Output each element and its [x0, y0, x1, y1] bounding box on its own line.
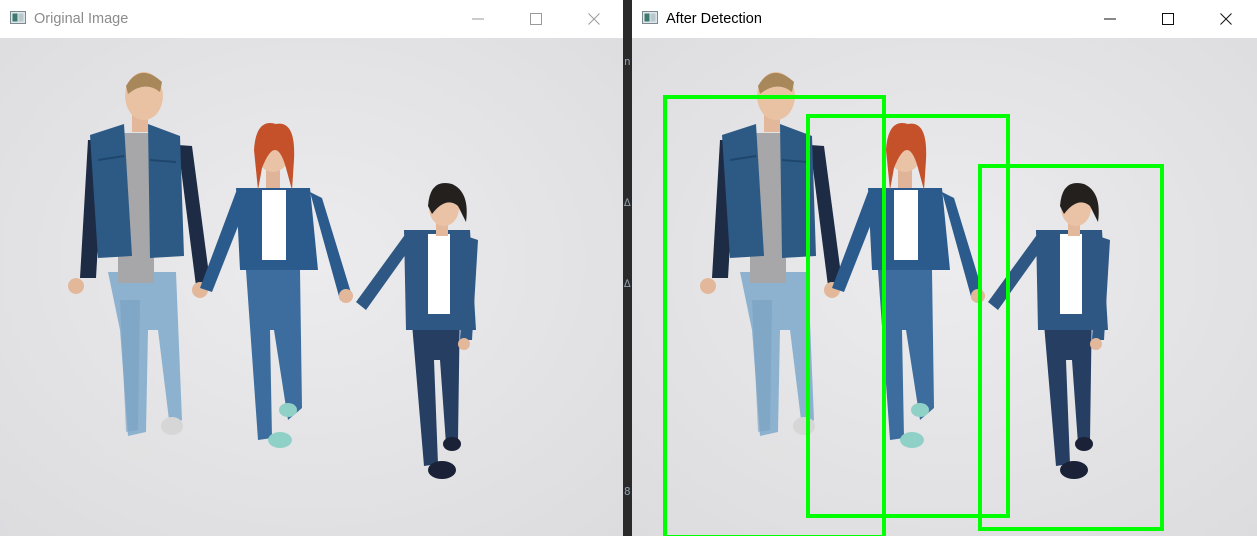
- maximize-button[interactable]: [1139, 0, 1197, 38]
- window-title: Original Image: [34, 11, 129, 27]
- window-gap: n ∆ ∆ 8: [623, 0, 632, 536]
- family-photo: [0, 38, 623, 536]
- maximize-icon: [530, 13, 542, 25]
- detection-image: [632, 38, 1257, 536]
- minimize-button[interactable]: [449, 0, 507, 38]
- after-detection-window[interactable]: After Detection: [632, 0, 1257, 536]
- close-icon: [588, 13, 600, 25]
- title-bar[interactable]: After Detection: [632, 0, 1257, 38]
- maximize-button[interactable]: [507, 0, 565, 38]
- minimize-icon: [472, 18, 484, 20]
- image-window-icon: [10, 11, 26, 24]
- title-bar[interactable]: Original Image: [0, 0, 623, 38]
- maximize-icon: [1162, 13, 1174, 25]
- close-icon: [1220, 13, 1232, 25]
- family-photo: [632, 38, 1257, 536]
- close-button[interactable]: [565, 0, 623, 38]
- minimize-icon: [1104, 18, 1116, 20]
- minimize-button[interactable]: [1081, 0, 1139, 38]
- close-button[interactable]: [1197, 0, 1255, 38]
- window-title: After Detection: [666, 11, 762, 27]
- image-window-icon: [642, 11, 658, 24]
- original-image-window[interactable]: Original Image: [0, 0, 623, 536]
- original-image: [0, 38, 623, 536]
